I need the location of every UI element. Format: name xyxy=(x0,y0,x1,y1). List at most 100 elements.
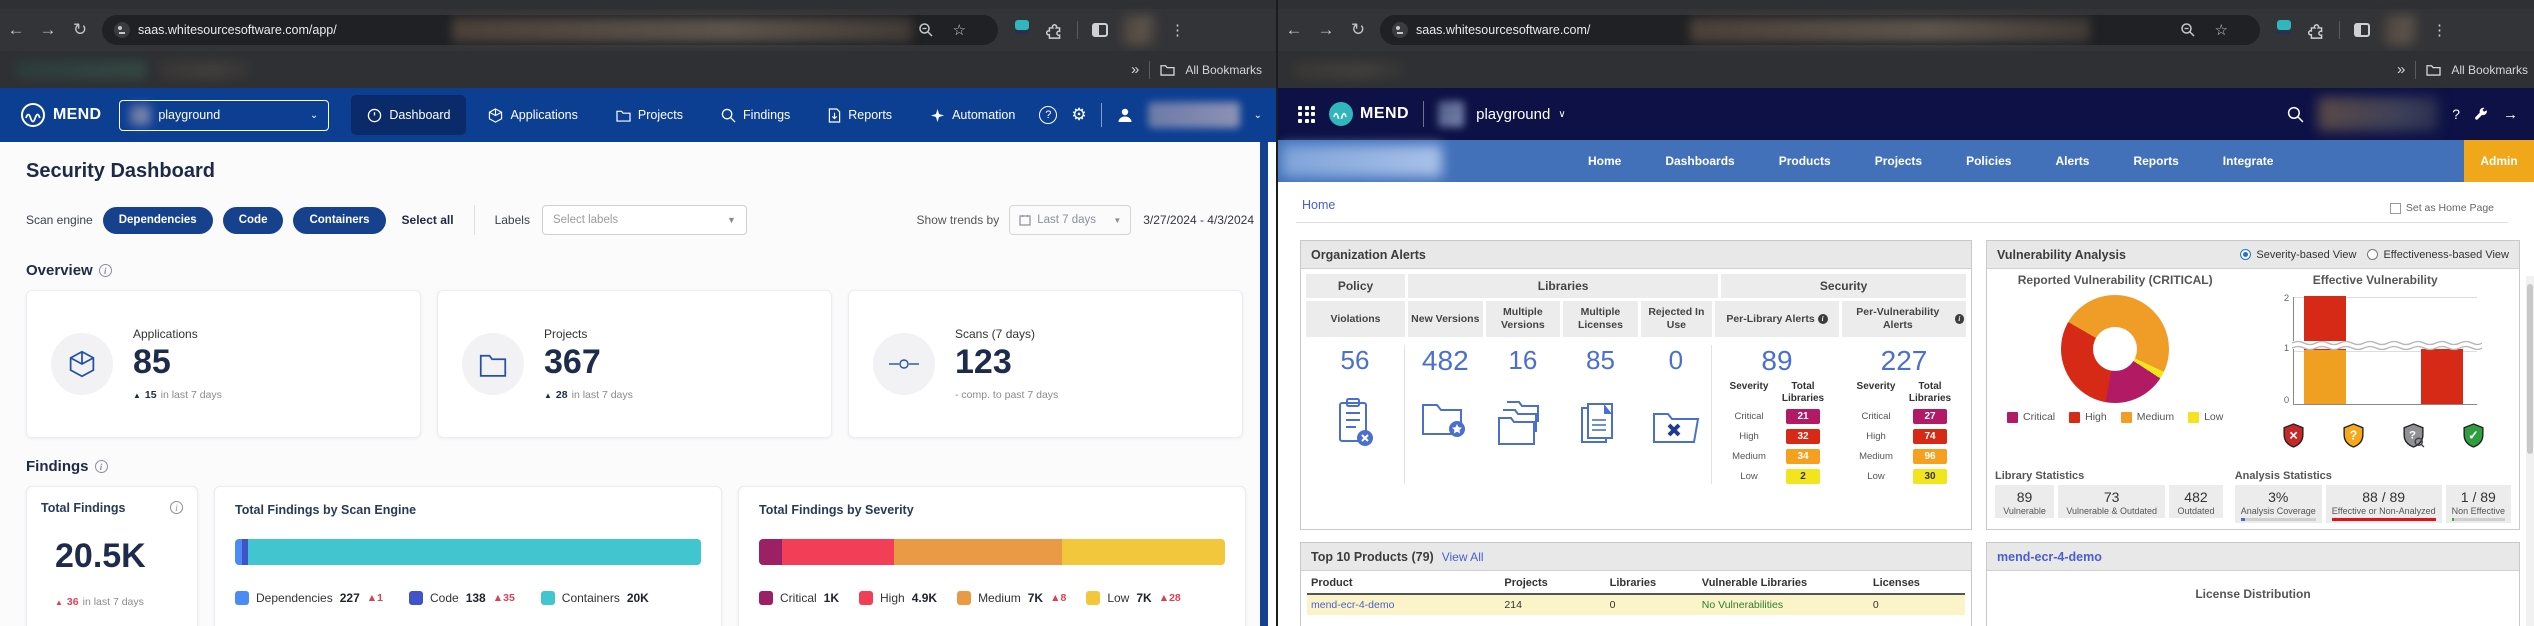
info-icon[interactable]: i xyxy=(1955,314,1964,324)
nav-item-home[interactable]: Home xyxy=(1588,154,1621,168)
nav-item-projects[interactable]: Projects xyxy=(1875,154,1922,168)
stat-non-effective[interactable]: 1 / 89 Non Effective xyxy=(2446,485,2511,523)
url-text[interactable]: saas.whitesourcesoftware.com/app/ xyxy=(138,23,337,37)
tab-strip[interactable] xyxy=(0,0,1276,9)
bookmark-blob[interactable] xyxy=(16,61,146,79)
severity-row-high[interactable]: High 74 xyxy=(1850,429,1958,444)
effective-vulnerability-chart[interactable]: 2 1 0 xyxy=(2271,293,2479,421)
side-panel-icon[interactable] xyxy=(2354,23,2370,37)
nav-item-dashboards[interactable]: Dashboards xyxy=(1665,154,1734,168)
severity-count-badge[interactable]: 34 xyxy=(1786,449,1820,464)
set-home-checkbox[interactable] xyxy=(2390,203,2401,214)
severity-row-low[interactable]: Low 30 xyxy=(1850,469,1958,484)
reload-button[interactable]: ↻ xyxy=(64,20,96,40)
extensions-puzzle-icon[interactable] xyxy=(1046,22,1063,39)
nav-item-integrate[interactable]: Integrate xyxy=(2223,154,2274,168)
col-header-multiple-licenses[interactable]: Multiple Licenses xyxy=(1563,301,1638,337)
findings-by-engine-card[interactable]: Total Findings by Scan Engine Dependenci… xyxy=(214,486,722,626)
nav-item-findings[interactable]: Findings xyxy=(705,95,806,135)
forward-button[interactable]: → xyxy=(32,20,64,40)
reported-vulnerability-donut[interactable] xyxy=(2061,295,2169,403)
col-projects[interactable]: Projects xyxy=(1504,577,1609,589)
nav-item-projects[interactable]: Projects xyxy=(600,95,699,135)
severity-row-critical[interactable]: Critical 27 xyxy=(1850,409,1958,424)
view-all-link[interactable]: View All xyxy=(1442,550,1484,564)
side-panel-icon[interactable] xyxy=(1092,23,1108,37)
product-link[interactable]: mend-ecr-4-demo xyxy=(1307,599,1504,611)
forward-button[interactable]: → xyxy=(1310,20,1342,40)
effective-free-shield-icon[interactable]: ✓ xyxy=(2462,423,2485,448)
col-libraries[interactable]: Libraries xyxy=(1610,577,1702,589)
avatar[interactable] xyxy=(2384,15,2418,45)
url-text[interactable]: saas.whitesourcesoftware.com/ xyxy=(1416,23,1590,37)
stat-vulnerable[interactable]: 89 Vulnerable xyxy=(1995,485,2054,518)
violations-value[interactable]: 56 xyxy=(1341,345,1370,376)
stat-vulnerable-outdated[interactable]: 73 Vulnerable & Outdated xyxy=(2058,485,2165,518)
col-header-per-vulnerability-alerts[interactable]: Per-Vulnerability Alerts i xyxy=(1842,301,1966,337)
col-header-multiple-versions[interactable]: Multiple Versions xyxy=(1486,301,1561,337)
labels-select[interactable]: Select labels ▼ xyxy=(542,205,747,235)
severity-count-badge[interactable]: 96 xyxy=(1913,449,1947,464)
breadcrumb[interactable]: Home xyxy=(1302,198,1335,212)
col-header-new-versions[interactable]: New Versions xyxy=(1408,301,1483,337)
nav-item-dashboard[interactable]: Dashboard xyxy=(351,95,466,135)
col-vulnerable-libraries[interactable]: Vulnerable Libraries xyxy=(1702,577,1873,589)
engine-pill-code[interactable]: Code xyxy=(223,207,284,234)
bookmarks-overflow-chevron[interactable]: » xyxy=(1131,61,1139,78)
apps-grid-icon[interactable] xyxy=(1298,106,1315,123)
findings-by-severity-card[interactable]: Total Findings by Severity Critical 1K xyxy=(738,486,1246,626)
back-button[interactable]: ← xyxy=(1278,20,1310,40)
severity-row-high[interactable]: High 32 xyxy=(1723,429,1831,444)
nav-item-products[interactable]: Products xyxy=(1779,154,1831,168)
nav-item-alerts[interactable]: Alerts xyxy=(2055,154,2089,168)
new-versions-icon[interactable] xyxy=(1421,395,1469,439)
gear-icon[interactable]: ⚙ xyxy=(1071,105,1086,125)
severity-count-badge[interactable]: 30 xyxy=(1913,469,1947,484)
applications-card[interactable]: Applications 85 ▲ 15 in last 7 days xyxy=(26,290,421,438)
engine-pill-dependencies[interactable]: Dependencies xyxy=(103,207,213,234)
mend-extension-icon[interactable]: MEND xyxy=(1012,20,1032,40)
severity-row-medium[interactable]: Medium 96 xyxy=(1850,449,1958,464)
all-bookmarks-label[interactable]: All Bookmarks xyxy=(2451,63,2528,77)
reload-button[interactable]: ↻ xyxy=(1342,20,1374,40)
potentially-vulnerable-shield-icon[interactable]: ? xyxy=(2342,423,2365,448)
nav-item-reports[interactable]: Reports xyxy=(2133,154,2178,168)
bookmark-blob[interactable] xyxy=(160,61,250,79)
select-all-link[interactable]: Select all xyxy=(402,213,454,227)
nav-item-applications[interactable]: Applications xyxy=(472,95,593,135)
address-bar[interactable]: saas.whitesourcesoftware.com/ ☆ xyxy=(1380,15,2260,45)
effectiveness-view-radio[interactable] xyxy=(2367,249,2378,260)
info-icon[interactable]: i xyxy=(170,501,183,514)
search-icon[interactable] xyxy=(2287,106,2304,123)
address-bar[interactable]: saas.whitesourcesoftware.com/app/ ☆ xyxy=(102,15,998,45)
nav-item-admin[interactable]: Admin xyxy=(2464,140,2534,182)
severity-view-radio[interactable] xyxy=(2240,249,2251,260)
bookmarks-overflow-chevron[interactable]: » xyxy=(2397,61,2405,78)
set-home-control[interactable]: Set as Home Page xyxy=(2390,202,2494,214)
not-analyzed-shield-icon[interactable]: ? xyxy=(2402,423,2425,448)
rejected-in-use-value[interactable]: 0 xyxy=(1669,345,1683,376)
mend-logo[interactable]: MEND xyxy=(20,102,101,128)
trends-range-select[interactable]: Last 7 days ▼ xyxy=(1009,205,1131,235)
col-licenses[interactable]: Licenses xyxy=(1873,577,1965,589)
total-findings-card[interactable]: Total Findings i 20.5K ▲ 36 in last 7 da… xyxy=(26,486,198,626)
zoom-out-icon[interactable] xyxy=(2180,22,2196,38)
nav-item-automation[interactable]: Automation xyxy=(914,95,1031,135)
help-icon[interactable]: ? xyxy=(2452,106,2460,122)
site-info-icon[interactable] xyxy=(114,22,130,38)
info-icon[interactable]: i xyxy=(99,264,112,277)
col-header-rejected-in-use[interactable]: Rejected In Use xyxy=(1641,301,1712,337)
panel-title-link[interactable]: mend-ecr-4-demo xyxy=(1997,550,2102,564)
projects-card[interactable]: Projects 367 ▲ 28 in last 7 days xyxy=(437,290,832,438)
help-icon[interactable]: ? xyxy=(1039,106,1057,124)
chevron-down-icon[interactable]: ⌄ xyxy=(1254,110,1262,121)
multiple-versions-value[interactable]: 16 xyxy=(1508,345,1537,376)
rejected-in-use-icon[interactable] xyxy=(1652,406,1700,444)
stat-analysis-coverage[interactable]: 3% Analysis Coverage xyxy=(2235,485,2322,523)
severity-view-label[interactable]: Severity-based View xyxy=(2256,249,2356,261)
stat-outdated[interactable]: 482 Outdated xyxy=(2169,485,2222,518)
page-scrollbar[interactable] xyxy=(1260,142,1268,626)
col-header-per-library-alerts[interactable]: Per-Library Alerts i xyxy=(1715,301,1839,337)
bookmark-blob[interactable] xyxy=(1294,61,1404,79)
policy-violations-icon[interactable] xyxy=(1334,398,1376,448)
